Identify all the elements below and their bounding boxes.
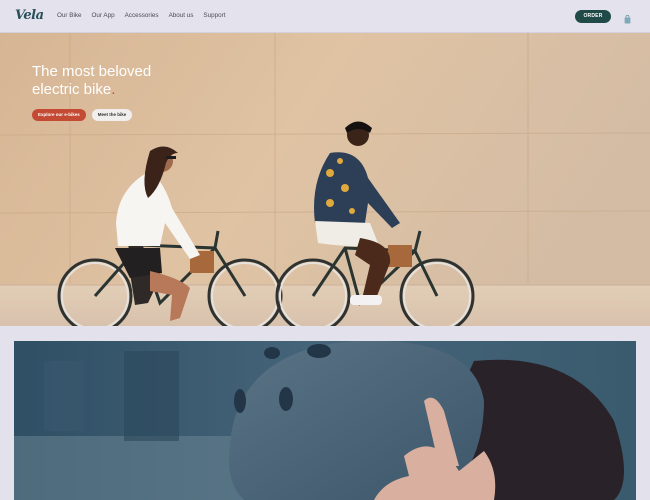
explore-ebikes-button[interactable]: Explore our e-bikes xyxy=(32,109,86,121)
shopping-bag-icon[interactable] xyxy=(624,11,631,24)
nav-link-our-bike[interactable]: Our Bike xyxy=(57,12,82,19)
top-nav: Vela Our Bike Our App Accessories About … xyxy=(0,0,650,33)
hero-title-line2: electric bike xyxy=(32,81,112,98)
hero-title-dot: . xyxy=(111,81,116,98)
hero-buttons: Explore our e-bikes Meet the bike xyxy=(32,109,133,121)
hero-title: The most beloved electric bike. xyxy=(32,63,151,99)
helmet-image-section xyxy=(14,341,636,500)
nav-link-support[interactable]: Support xyxy=(203,12,225,19)
nav-link-about-us[interactable]: About us xyxy=(169,12,194,19)
nav-links: Our Bike Our App Accessories About us Su… xyxy=(57,12,225,19)
hero-title-line1: The most beloved xyxy=(32,63,152,80)
brand-logo[interactable]: Vela xyxy=(15,8,44,23)
nav-link-accessories[interactable]: Accessories xyxy=(125,12,159,19)
hero-section: The most beloved electric bike. Explore … xyxy=(0,33,650,326)
nav-link-our-app[interactable]: Our App xyxy=(92,12,115,19)
order-button[interactable]: ORDER xyxy=(575,10,611,23)
meet-the-bike-button[interactable]: Meet the bike xyxy=(91,109,133,121)
helmet-image xyxy=(14,341,636,500)
